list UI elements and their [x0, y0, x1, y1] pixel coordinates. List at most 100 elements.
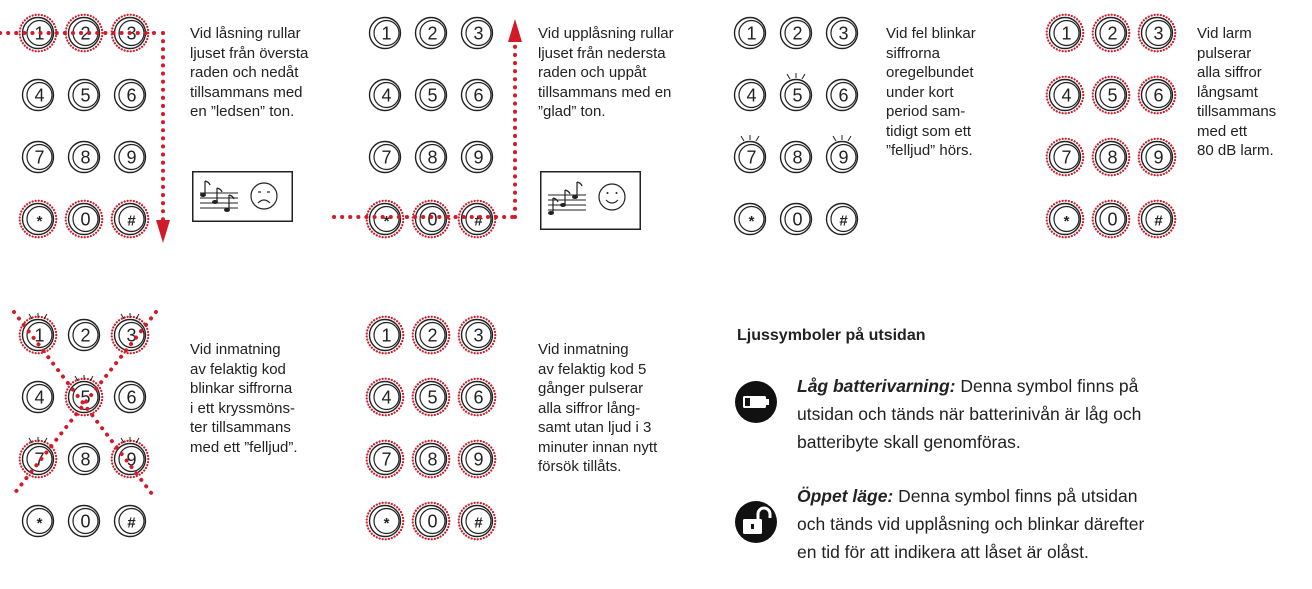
desc-line: tillsammans med	[190, 83, 303, 101]
desc-line: raden och nedåt	[190, 64, 299, 81]
svg-text:6: 6	[1153, 86, 1163, 106]
desc-line: blinkar siffrorna	[190, 380, 293, 397]
svg-text:4: 4	[34, 86, 44, 106]
key-8: 8	[411, 137, 451, 177]
key-0: 0	[411, 199, 451, 239]
key-8: 8	[1091, 137, 1131, 177]
key-5: 5	[64, 375, 104, 417]
desc-line: ljuset från nedersta	[538, 44, 666, 62]
key-2: 2	[64, 315, 104, 355]
key-4: 4	[1045, 75, 1085, 115]
svg-text:1: 1	[34, 326, 44, 346]
svg-text:#: #	[127, 515, 136, 532]
desc-line: tidigt som ett	[886, 122, 972, 140]
key-0: 0	[1091, 199, 1131, 239]
svg-text:*: *	[749, 213, 755, 230]
svg-text:5: 5	[427, 86, 437, 106]
desc-line: pulserar	[1197, 44, 1252, 62]
symbol-line: Öppet läge: Denna symbol finns på utsida…	[797, 482, 1144, 510]
key-hash: #	[110, 199, 150, 239]
keypad-wrong-code-5: 1 2 3 4 5 6 7 8 9 * 0 #	[365, 315, 505, 550]
key-star: *	[18, 199, 58, 239]
desc-line: med ett	[1197, 122, 1248, 140]
svg-text:2: 2	[427, 326, 437, 346]
key-6: 6	[822, 75, 862, 115]
keypad-error: 1 2 3 4 5 6 7 8 9 * 0 #	[730, 13, 870, 248]
open-mode-text: Öppet läge: Denna symbol finns på utsida…	[797, 482, 1144, 566]
key-hash: #	[110, 501, 150, 541]
svg-text:3: 3	[126, 24, 136, 44]
desc-line: 80 dB larm.	[1197, 142, 1274, 159]
desc-line: Vid upplåsning rullar	[538, 25, 674, 42]
svg-text:4: 4	[381, 86, 391, 106]
key-7: 7	[18, 437, 58, 479]
svg-text:3: 3	[473, 326, 483, 346]
svg-text:7: 7	[381, 148, 391, 168]
key-2: 2	[776, 13, 816, 53]
key-3: 3	[1137, 13, 1177, 53]
key-7: 7	[730, 135, 770, 177]
desc-line: samt utan ljud i 3	[538, 419, 652, 436]
svg-text:*: *	[384, 213, 390, 230]
unlocked-padlock-icon	[735, 501, 777, 543]
symbol-title: Öppet läge:	[797, 486, 894, 506]
svg-text:8: 8	[427, 148, 437, 168]
svg-text:5: 5	[80, 86, 90, 106]
svg-text:0: 0	[1107, 210, 1117, 230]
svg-text:*: *	[1064, 213, 1070, 230]
key-2: 2	[1091, 13, 1131, 53]
key-9: 9	[110, 437, 150, 479]
key-7: 7	[1045, 137, 1085, 177]
svg-text:7: 7	[34, 450, 44, 470]
svg-text:1: 1	[381, 326, 391, 346]
key-star: *	[365, 199, 405, 239]
desc-line: ter tillsammans	[190, 419, 291, 436]
key-4: 4	[365, 377, 405, 417]
desc-line: Vid låsning rullar	[190, 25, 301, 42]
key-4: 4	[730, 75, 770, 115]
desc-error: Vid fel blinkar siffrorna oregelbundet u…	[886, 24, 976, 161]
keypad-wrong-code: 1 2 3 4 5 6 7 8 9 * 0 #	[18, 313, 158, 550]
key-0: 0	[776, 199, 816, 239]
desc-line: ”glad” ton.	[538, 103, 606, 120]
key-3: 3	[457, 13, 497, 53]
desc-line: Vid fel blinkar	[886, 25, 976, 42]
svg-text:3: 3	[1153, 24, 1163, 44]
svg-text:0: 0	[427, 210, 437, 230]
key-5: 5	[776, 73, 816, 115]
desc-alarm: Vid larm pulserar alla siffror långsamt …	[1197, 24, 1276, 161]
svg-text:5: 5	[80, 388, 90, 408]
svg-text:9: 9	[473, 148, 483, 168]
key-star: *	[1045, 199, 1085, 239]
desc-line: i ett kryssmöns-	[190, 399, 296, 417]
keypad-lock: 1 2 3 4 5 6 7 8 9 * 0 #	[18, 13, 158, 248]
svg-text:*: *	[37, 213, 43, 230]
key-4: 4	[365, 75, 405, 115]
key-8: 8	[776, 137, 816, 177]
key-9: 9	[457, 439, 497, 479]
svg-text:*: *	[384, 515, 390, 532]
svg-text:6: 6	[126, 388, 136, 408]
svg-text:1: 1	[746, 24, 756, 44]
svg-text:4: 4	[381, 388, 391, 408]
svg-text:8: 8	[427, 450, 437, 470]
symbol-line: Låg batterivarning: Denna symbol finns p…	[797, 372, 1141, 400]
battery-warning-text: Låg batterivarning: Denna symbol finns p…	[797, 372, 1141, 456]
desc-line: Vid inmatning	[538, 341, 629, 358]
svg-text:3: 3	[838, 24, 848, 44]
desc-line: långsamt	[1197, 83, 1258, 101]
svg-text:6: 6	[126, 86, 136, 106]
svg-text:8: 8	[1107, 148, 1117, 168]
key-7: 7	[365, 137, 405, 177]
desc-line: med ett ”felljud”.	[190, 438, 298, 456]
key-3: 3	[457, 315, 497, 355]
symbol-line: utsidan och tänds när batterinivån är lå…	[797, 404, 1142, 424]
key-1: 1	[18, 313, 58, 355]
svg-text:6: 6	[473, 86, 483, 106]
key-9: 9	[822, 135, 862, 177]
key-8: 8	[411, 439, 451, 479]
svg-text:1: 1	[381, 24, 391, 44]
desc-line: minuter innan nytt	[538, 438, 658, 456]
key-1: 1	[730, 13, 770, 53]
key-3: 3	[110, 313, 150, 355]
